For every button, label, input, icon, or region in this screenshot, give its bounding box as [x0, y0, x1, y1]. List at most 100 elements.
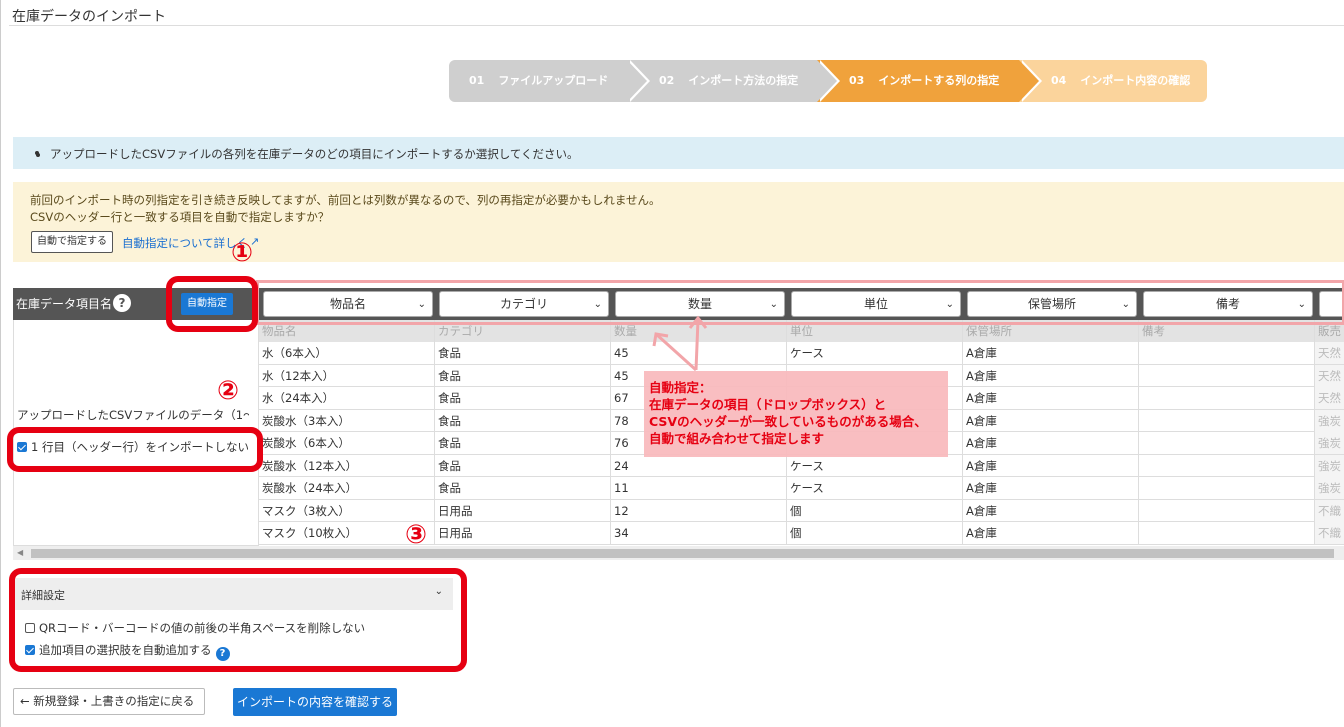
page-title: 在庫データのインポート [12, 9, 166, 25]
table-row: 炭酸水（24本入） 食品 11 ケース A倉庫 強炭 [259, 477, 1344, 500]
table-cell: 天然 [1315, 342, 1344, 364]
help-icon[interactable]: ? [113, 294, 131, 312]
table-cell [1139, 454, 1315, 477]
step-confirm: 04 インポート内容の確認 [1019, 60, 1207, 102]
table-cell: 天然 [1315, 364, 1344, 387]
annotation-highlight-selectors [256, 280, 1344, 325]
inventory-field-label: 在庫データ項目名 [16, 297, 113, 311]
warning-banner: 前回のインポート時の列指定を引き続き反映してますが、前回とは列数が異なるので、列… [13, 182, 1344, 262]
table-cell: 不織 [1315, 499, 1344, 522]
step-number: 03 [849, 74, 865, 87]
table-cell: ケース [787, 477, 963, 499]
callout-line-3: CSVのヘッダーが一致しているものがある場合、 [649, 414, 927, 429]
table-cell: ケース [787, 454, 963, 477]
table-cell: 炭酸水（3本入） [259, 409, 435, 432]
table-cell: 11 [611, 477, 787, 499]
annotation-number-2: ② [217, 376, 240, 406]
table-row: 炭酸水（12本入） 食品 24 ケース A倉庫 強炭 [259, 454, 1344, 477]
callout-line-2: 在庫データの項目（ドロップボックス）と [649, 397, 887, 412]
arrow-left-icon: ← [20, 694, 30, 708]
table-cell: 食品 [435, 477, 611, 499]
table-cell: A倉庫 [963, 499, 1139, 522]
table-cell: 炭酸水（6本入） [259, 432, 435, 454]
table-cell: 水（24本入） [259, 387, 435, 409]
table-cell: 食品 [435, 342, 611, 364]
horizontal-scrollbar[interactable]: ◀ [13, 546, 1344, 560]
table-cell [1139, 499, 1315, 522]
info-banner: アップロードしたCSVファイルの各列を在庫データのどの項目にインポートするか選択… [13, 137, 1344, 169]
step-number: 02 [659, 74, 675, 87]
table-cell [1139, 387, 1315, 409]
table-cell: A倉庫 [963, 409, 1139, 432]
app-frame: 在庫データのインポート 01 ファイルアップロード 02 インポート方法の指定 03… [0, 0, 1344, 727]
back-button[interactable]: ← 新規登録・上書きの指定に戻る [13, 688, 205, 715]
table-cell: 炭酸水（12本入） [259, 454, 435, 477]
annotation-box-3 [9, 568, 467, 672]
table-row: 水（6本入） 食品 45 ケース A倉庫 天然 [259, 342, 1344, 365]
table-cell: 強炭 [1315, 409, 1344, 432]
table-cell [1139, 432, 1315, 454]
table-cell: 食品 [435, 387, 611, 409]
table-cell: 食品 [435, 409, 611, 432]
step-label: インポート内容の確認 [1080, 74, 1191, 87]
table-cell: ケース [787, 342, 963, 364]
step-label: インポートする列の指定 [878, 74, 1000, 87]
table-cell: 炭酸水（24本入） [259, 477, 435, 499]
annotation-arrows [652, 315, 708, 372]
annotation-box-1 [166, 276, 258, 332]
table-cell: A倉庫 [963, 364, 1139, 387]
auto-assign-help-link[interactable]: 自動指定について詳しく [122, 235, 248, 251]
auto-assign-button-small[interactable]: 自動で指定する [31, 231, 113, 253]
warning-line-2: CSVのヘッダー行と一致する項目を自動で指定しますか？ [30, 210, 330, 224]
table-cell: 不織 [1315, 522, 1344, 544]
step-import-method: 02 インポート方法の指定 [627, 60, 840, 102]
table-cell: 水（12本入） [259, 364, 435, 387]
table-cell: 日用品 [435, 499, 611, 522]
step-label: ファイルアップロード [498, 74, 609, 87]
table-cell: 天然 [1315, 387, 1344, 409]
table-cell: A倉庫 [963, 454, 1139, 477]
table-cell: 個 [787, 522, 963, 544]
table-cell [1139, 342, 1315, 364]
table-cell: 個 [787, 499, 963, 522]
table-cell: 水（6本入） [259, 342, 435, 364]
step-label: インポート方法の指定 [688, 74, 799, 87]
table-cell: A倉庫 [963, 342, 1139, 364]
table-cell: A倉庫 [963, 477, 1139, 499]
step-file-upload: 01 ファイルアップロード [449, 60, 650, 102]
table-cell: マスク（3枚入） [259, 499, 435, 522]
table-cell: 34 [611, 522, 787, 544]
table-cell: 強炭 [1315, 477, 1344, 499]
table-cell [1139, 522, 1315, 544]
step-number: 01 [469, 74, 485, 87]
confirm-import-button[interactable]: インポートの内容を確認する [233, 688, 397, 716]
back-button-label: 新規登録・上書きの指定に戻る [33, 694, 195, 708]
callout-line-1: 自動指定： [649, 380, 712, 395]
csv-data-label: アップロードしたCSVファイルのデータ（1〜 [17, 408, 249, 422]
step-number: 04 [1051, 74, 1067, 87]
table-cell [1139, 364, 1315, 387]
table-cell [1139, 477, 1315, 499]
table-cell [1139, 409, 1315, 432]
step-column-mapping: 03 インポートする列の指定 [817, 60, 1042, 102]
table-cell: 12 [611, 499, 787, 522]
info-text: アップロードしたCSVファイルの各列を在庫データのどの項目にインポートするか選択… [50, 146, 579, 162]
scroll-left-icon[interactable]: ◀ [17, 548, 23, 557]
table-cell: 食品 [435, 454, 611, 477]
table-row: マスク（3枚入） 日用品 12 個 A倉庫 不織 [259, 499, 1344, 522]
table-cell: 24 [611, 454, 787, 477]
callout-line-4: 自動で組み合わせて指定します [649, 431, 825, 446]
table-cell: A倉庫 [963, 432, 1139, 454]
warning-line-1: 前回のインポート時の列指定を引き続き反映してますが、前回とは列数が異なるので、列… [30, 193, 661, 207]
table-cell: 強炭 [1315, 432, 1344, 454]
annotation-number-3: ③ [405, 520, 428, 550]
annotation-number-1: ① [231, 238, 254, 268]
scrollbar-thumb[interactable] [31, 549, 1334, 558]
annotation-callout: 自動指定： 在庫データの項目（ドロップボックス）と CSVのヘッダーが一致してい… [644, 371, 948, 457]
table-cell: 日用品 [435, 522, 611, 544]
annotation-box-2 [7, 427, 263, 472]
table-cell: 強炭 [1315, 454, 1344, 477]
import-stepper: 01 ファイルアップロード 02 インポート方法の指定 03 インポートする列の指定 … [449, 60, 1207, 102]
table-cell: 食品 [435, 364, 611, 387]
table-cell: 食品 [435, 432, 611, 454]
